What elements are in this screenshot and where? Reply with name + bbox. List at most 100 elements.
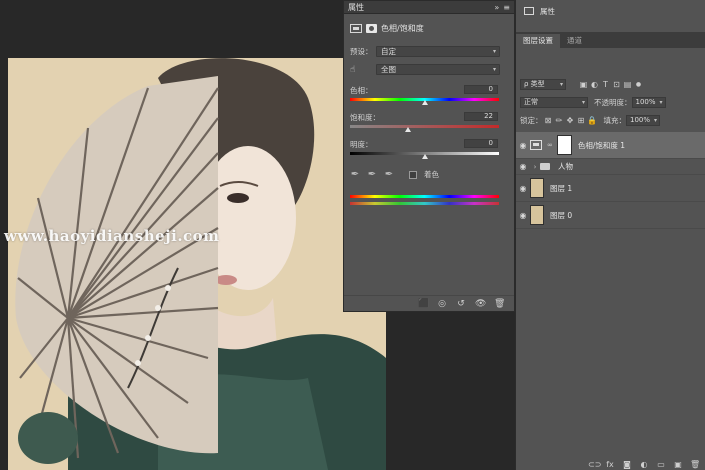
properties-titlebar[interactable]: 属性 » ≡ <box>344 1 514 14</box>
lock-position-icon[interactable]: ✥ <box>565 116 576 125</box>
colorize-label: 着色 <box>424 170 439 179</box>
eyedropper-add-icon[interactable]: ✒ <box>367 169 377 180</box>
layer-name: 图层 1 <box>550 183 573 193</box>
visibility-eye-icon[interactable]: ◉ <box>516 211 530 220</box>
new-group-icon[interactable]: ▭ <box>656 460 666 469</box>
hand-tool-icon[interactable]: ☝ <box>350 65 376 75</box>
properties-icon <box>524 7 534 15</box>
layer-filter-row: ρ 类型 ▾ ▣ ◐ T ⊡ ▤ ● <box>516 76 705 92</box>
lock-all-icon[interactable]: 🔒 <box>587 116 598 125</box>
shape-filter-icon[interactable]: ⊡ <box>611 80 622 89</box>
layer-kind-value: ρ 类型 <box>524 80 545 88</box>
visibility-eye-icon[interactable]: ◉ <box>516 141 530 150</box>
layer-name: 图层 0 <box>550 210 573 220</box>
filter-toggle-icon[interactable]: ● <box>633 81 644 88</box>
tab-channels[interactable]: 通道 <box>560 34 589 48</box>
blend-mode-value: 正常 <box>524 98 538 106</box>
lightness-value-field[interactable]: 0 <box>464 139 498 148</box>
smart-object-filter-icon[interactable]: ▤ <box>622 80 633 89</box>
channel-row: ☝ 全图 ▾ <box>350 64 500 75</box>
fill-field[interactable]: 100% ▾ <box>626 114 660 126</box>
eyedropper-icon[interactable]: ✒ <box>350 169 360 180</box>
pixel-filter-icon[interactable]: ▣ <box>578 80 589 89</box>
chevron-down-icon: ▾ <box>659 98 663 106</box>
hue-slider-thumb[interactable] <box>421 100 428 105</box>
new-adjustment-icon[interactable]: ◐ <box>639 460 649 469</box>
layer-thumbnail <box>530 178 544 198</box>
trash-icon[interactable]: 🗑 <box>494 299 505 309</box>
tab-layers[interactable]: 图层设置 <box>516 34 560 48</box>
layer-mask-thumbnail[interactable] <box>556 135 572 155</box>
layer-name: 人物 <box>558 162 573 171</box>
right-dock: 属性 图层设置 通道 ρ 类型 ▾ ▣ ◐ T ⊡ ▤ ● 正常 ▾ 不透明度：… <box>515 0 705 470</box>
properties-footer: ⬛ ◎ ↺ 👁 🗑 <box>344 295 514 311</box>
blend-row: 正常 ▾ 不透明度： 100% ▾ <box>516 94 705 110</box>
lock-artboard-icon[interactable]: ⊞ <box>576 116 587 125</box>
link-icon[interactable]: ∞ <box>547 141 553 149</box>
channel-value: 全图 <box>381 65 396 74</box>
visibility-eye-icon[interactable]: ◉ <box>516 184 530 193</box>
opacity-value: 100% <box>635 98 656 106</box>
folder-icon <box>540 163 550 170</box>
lock-transparency-icon[interactable]: ⊠ <box>543 116 554 125</box>
layer-row-group[interactable]: ◉ › 人物 <box>516 159 705 175</box>
panel-menu-icon[interactable]: ≡ <box>503 3 510 12</box>
new-layer-icon[interactable]: ▣ <box>673 460 683 469</box>
document-canvas[interactable]: www.haoyidiansheji.com <box>0 0 388 470</box>
layer-row-image[interactable]: ◉ 图层 1 <box>516 175 705 202</box>
adjustment-name: 色相/饱和度 <box>381 23 424 33</box>
chevron-right-icon[interactable]: › <box>530 163 540 171</box>
lightness-slider-thumb[interactable] <box>421 154 428 159</box>
hue-label: 色相： <box>350 86 373 95</box>
hue-value-field[interactable]: 0 <box>464 85 498 94</box>
visibility-eye-icon[interactable]: 👁 <box>475 299 486 309</box>
input-color-spectrum <box>350 195 499 198</box>
layer-kind-dropdown[interactable]: ρ 类型 ▾ <box>520 78 566 90</box>
dock-properties-label: 属性 <box>540 6 555 16</box>
opacity-label: 不透明度： <box>594 97 632 107</box>
layer-name: 色相/饱和度 1 <box>577 140 626 150</box>
dock-properties-button[interactable]: 属性 <box>524 4 698 18</box>
layer-thumbnail <box>530 205 544 225</box>
link-layers-icon[interactable]: ⊂⊃ <box>588 460 601 469</box>
adjustment-filter-icon[interactable]: ◐ <box>589 80 600 89</box>
properties-header: 色相/饱和度 <box>344 17 514 39</box>
adjustment-layer-thumbnail <box>530 140 542 150</box>
opacity-field[interactable]: 100% ▾ <box>631 96 666 108</box>
collapse-icon[interactable]: » <box>494 3 499 12</box>
fill-value: 100% <box>630 116 651 124</box>
type-filter-icon[interactable]: T <box>600 80 611 89</box>
visibility-eye-icon[interactable]: ◉ <box>516 162 530 171</box>
layer-row-image[interactable]: ◉ 图层 0 <box>516 202 705 229</box>
layers-tab-bar: 图层设置 通道 <box>516 32 705 48</box>
layer-mask-icon[interactable] <box>366 23 377 33</box>
canvas-image[interactable] <box>8 58 386 470</box>
layer-style-icon[interactable]: fx <box>605 460 615 469</box>
eyedropper-subtract-icon[interactable]: ✒ <box>384 169 394 180</box>
saturation-slider-thumb[interactable] <box>405 127 412 132</box>
channel-dropdown[interactable]: 全图 ▾ <box>376 64 500 75</box>
chevron-down-icon: ▾ <box>581 98 585 106</box>
clip-to-layer-icon[interactable]: ⬛ <box>418 299 429 309</box>
properties-panel[interactable]: 属性 » ≡ 色相/饱和度 预设： 自定 ▾ ☝ 全图 ▾ 色相： 0 饱和度：… <box>343 0 515 312</box>
preset-dropdown[interactable]: 自定 ▾ <box>376 46 500 57</box>
saturation-value-field[interactable]: 22 <box>464 112 498 121</box>
delete-layer-icon[interactable]: 🗑 <box>690 460 700 469</box>
watermark-text: www.haoyidiansheji.com <box>4 227 220 245</box>
add-mask-icon[interactable]: ◙ <box>622 460 632 469</box>
layer-row-hue-saturation[interactable]: ◉ ∞ 色相/饱和度 1 <box>516 132 705 159</box>
blend-mode-dropdown[interactable]: 正常 ▾ <box>520 96 588 108</box>
adjustment-layer-icon[interactable] <box>350 23 362 33</box>
reset-icon[interactable]: ↺ <box>456 299 466 309</box>
colorize-checkbox[interactable] <box>409 170 417 179</box>
chevron-down-icon: ▾ <box>492 48 496 55</box>
view-previous-icon[interactable]: ◎ <box>437 299 447 309</box>
saturation-slider-track[interactable] <box>350 125 499 128</box>
eyedropper-row: ✒ ✒ ✒ 着色 <box>350 169 439 180</box>
lock-label: 锁定： <box>520 115 543 125</box>
chevron-down-icon: ▾ <box>492 66 496 73</box>
output-color-spectrum <box>350 202 499 205</box>
properties-title: 属性 <box>348 2 364 12</box>
saturation-label: 饱和度： <box>350 113 380 122</box>
lock-pixels-icon[interactable]: ✏ <box>554 116 565 125</box>
